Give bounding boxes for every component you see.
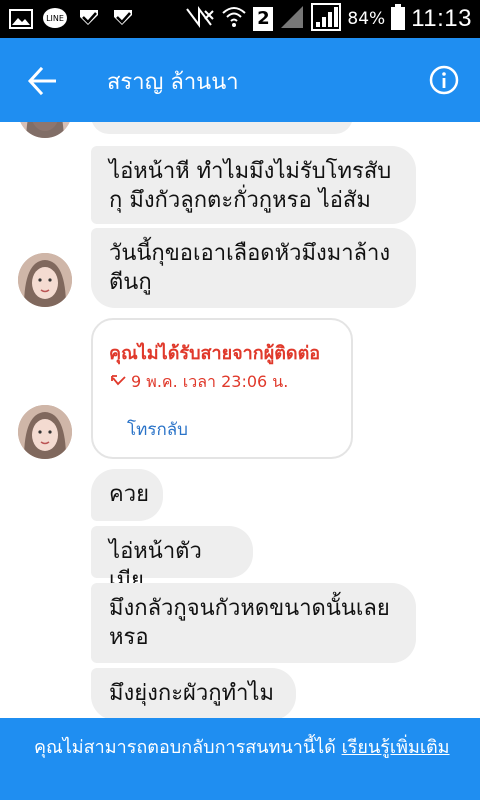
status-bar: LINE 2 84% 11:13 (0, 0, 480, 38)
wifi-icon (221, 5, 247, 33)
cannot-reply-banner: คุณไม่สามารถตอบกลับการสนทนานี้ได้ เรียนร… (0, 718, 480, 800)
conversation-header: สราญ ล้านนา (0, 38, 480, 122)
avatar[interactable] (18, 122, 72, 138)
message-bubble-partial (91, 122, 353, 134)
missed-call-arrow-icon (111, 373, 127, 392)
message-bubble: ไอ่หน้าตัวเมีย (91, 526, 253, 593)
missed-call-time: 9 พ.ค. เวลา 23:06 น. (111, 370, 288, 395)
call-back-button[interactable]: โทรกลับ (127, 416, 188, 443)
sim2-badge: 2 (253, 7, 274, 31)
message-bubble: มึงยุ่งกะผัวกูทำไม (91, 668, 296, 718)
message-bubble: วันนี้กุขอเอาเลือดหัวมึงมาล้างตีนกู (91, 228, 416, 308)
missed-call-time-text: 9 พ.ค. เวลา 23:06 น. (131, 372, 289, 391)
missed-call-title: คุณไม่ได้รับสายจากผู้ติดต่อ (109, 343, 321, 364)
checkmark-notify-icon (110, 6, 136, 32)
notification-icons: LINE (8, 6, 136, 32)
signal-icon (279, 4, 305, 34)
battery-icon (391, 4, 406, 34)
message-bubble: ควย (91, 469, 163, 521)
missed-call-card: คุณไม่ได้รับสายจากผู้ติดต่อ 9 พ.ค. เวลา … (91, 318, 353, 459)
avatar[interactable] (18, 405, 72, 459)
cannot-reply-text: คุณไม่สามารถตอบกลับการสนทนานี้ได้ (34, 737, 342, 758)
contact-name[interactable]: สราญ ล้านนา (107, 64, 239, 99)
checkmark-notify-icon (76, 6, 102, 32)
line-app-icon: LINE (42, 6, 68, 32)
no-sim-icon (185, 5, 215, 33)
message-list[interactable]: ไอ่หน้าหี ทำไมมึงไม่รับโทรสับกุ มึงกัวลู… (0, 122, 480, 718)
system-status: 2 84% 11:13 (185, 0, 472, 38)
message-bubble: มึงกลัวกูจนกัวหดขนาดนั้นเลยหรอ (91, 583, 416, 663)
back-arrow-icon[interactable] (26, 64, 60, 98)
image-icon (8, 6, 34, 32)
clock: 11:13 (411, 5, 472, 32)
message-bubble: ไอ่หน้าหี ทำไมมึงไม่รับโทรสับกุ มึงกัวลู… (91, 146, 416, 224)
avatar[interactable] (18, 253, 72, 307)
signal-bars-icon (311, 3, 342, 35)
info-icon[interactable] (428, 64, 460, 96)
learn-more-link[interactable]: เรียนรู้เพิ่มเติม (342, 737, 450, 758)
svg-text:LINE: LINE (46, 14, 64, 23)
battery-percent: 84% (347, 9, 386, 29)
